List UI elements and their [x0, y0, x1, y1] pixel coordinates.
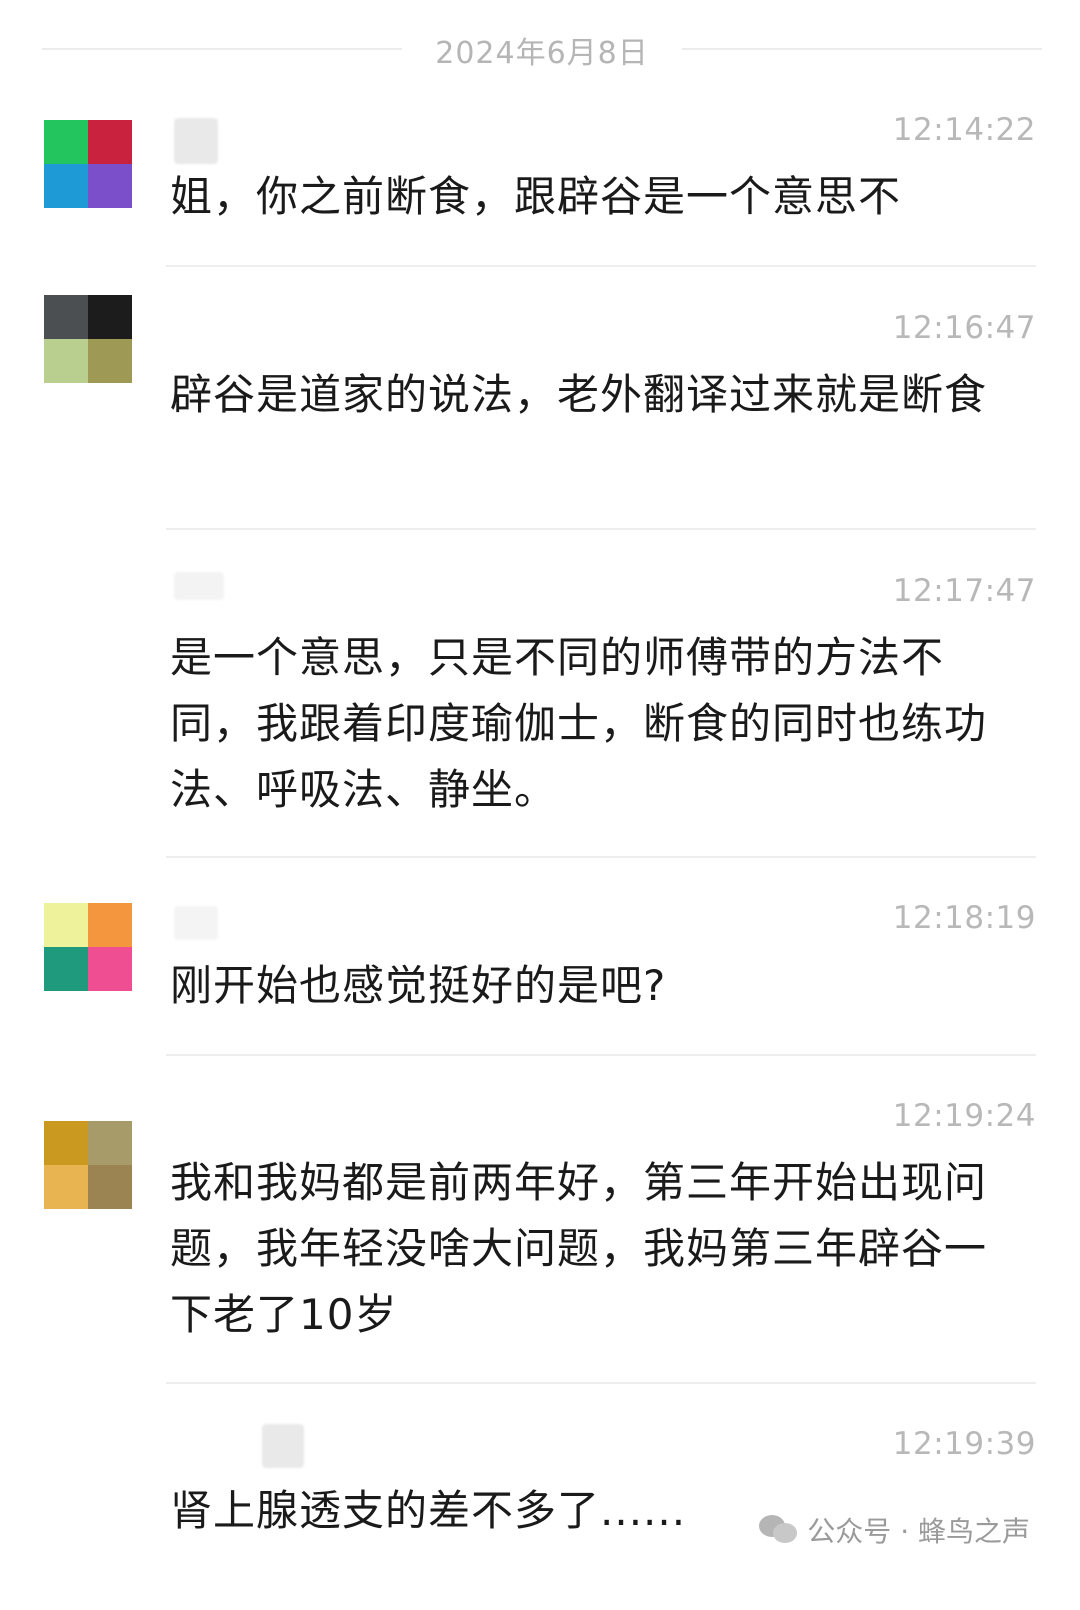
message-time: 12:16:47: [892, 310, 1036, 346]
sender-name-redacted: [174, 572, 224, 600]
avatar[interactable]: [44, 1121, 132, 1209]
message-divider: [166, 265, 1036, 267]
avatar[interactable]: [44, 295, 132, 383]
message-text: 是一个意思，只是不同的师傅带的方法不同，我跟着印度瑜伽士，断食的同时也练功法、呼…: [170, 633, 988, 814]
watermark-text: 公众号 · 蜂鸟之声: [807, 1515, 1030, 1548]
avatar[interactable]: [44, 903, 132, 991]
date-divider: 2024年6月8日: [42, 18, 1042, 78]
message-divider: [166, 1382, 1036, 1384]
message-text: 我和我妈都是前两年好，第三年开始出现问题，我年轻没啥大问题，我妈第三年辟谷一下老…: [170, 1158, 988, 1339]
date-label: 2024年6月8日: [435, 36, 649, 71]
message-divider: [166, 856, 1036, 858]
sender-name-redacted: [174, 118, 218, 164]
message-divider: [166, 1054, 1036, 1056]
wechat-icon: [759, 1513, 799, 1547]
message-time: 12:19:39: [892, 1426, 1036, 1462]
message-text: 辟谷是道家的说法，老外翻译过来就是断食: [170, 370, 988, 419]
message-text: 刚开始也感觉挺好的是吧?: [170, 961, 667, 1010]
avatar[interactable]: [44, 120, 132, 208]
divider-line-right: [682, 48, 1042, 50]
watermark: 公众号 · 蜂鸟之声: [759, 1510, 1030, 1550]
message-time: 12:18:19: [892, 900, 1036, 936]
message-text: 姐，你之前断食，跟辟谷是一个意思不: [170, 172, 902, 221]
message-time: 12:14:22: [892, 112, 1036, 148]
sender-name-redacted: [262, 1424, 304, 1468]
sender-name-redacted: [174, 906, 218, 940]
message-divider: [166, 528, 1036, 530]
message-time: 12:19:24: [892, 1098, 1036, 1134]
message-time: 12:17:47: [892, 573, 1036, 609]
message-text: 肾上腺透支的差不多了......: [170, 1486, 687, 1535]
